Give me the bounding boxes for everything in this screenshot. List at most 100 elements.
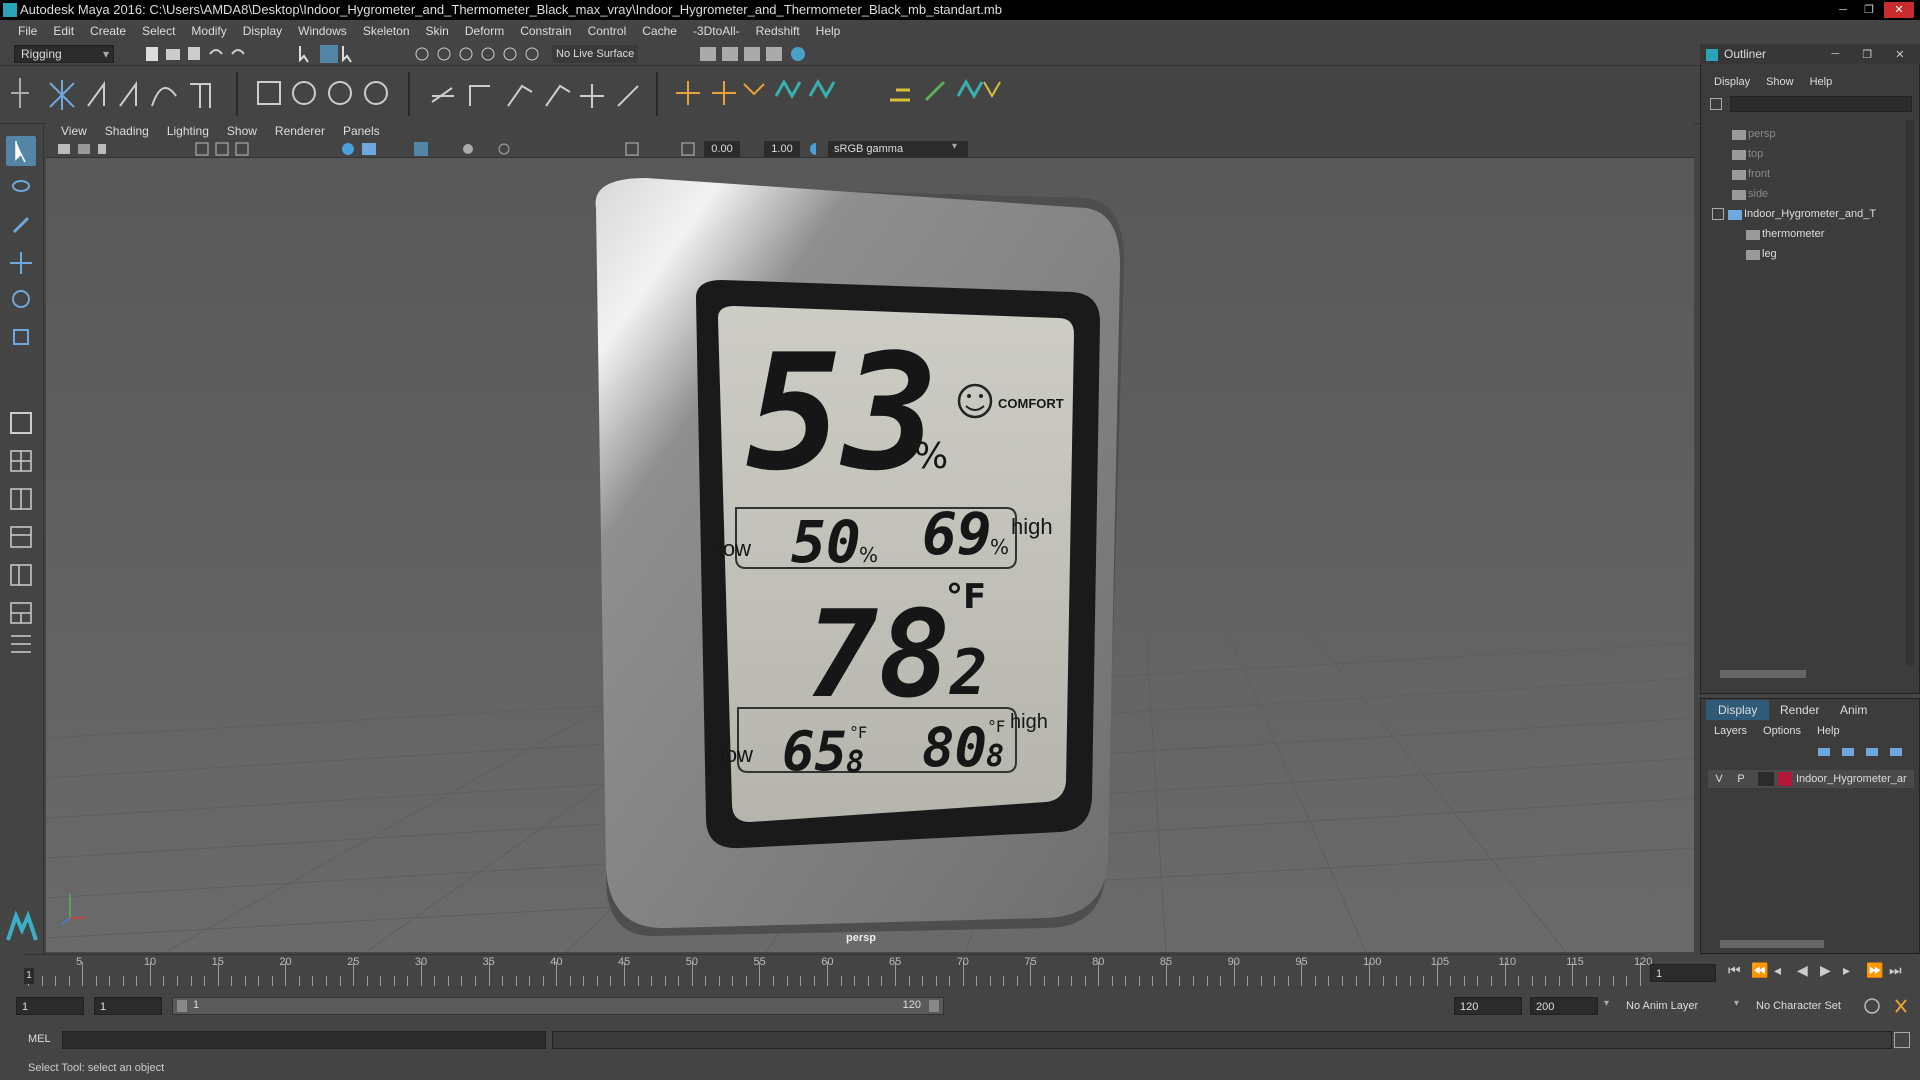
menu-3dtoall[interactable]: -3DtoAll-: [685, 20, 748, 42]
menu-file[interactable]: File: [10, 20, 45, 42]
resolution-gate-icon[interactable]: [235, 142, 249, 156]
range-slider[interactable]: 1 120: [172, 997, 944, 1015]
layout-two-button[interactable]: [6, 484, 36, 514]
range-end-handle[interactable]: [929, 1000, 939, 1012]
time-slider[interactable]: [24, 954, 1644, 986]
viewport-menu-panels[interactable]: Panels: [334, 124, 389, 138]
scale-constraint-icon[interactable]: [580, 84, 604, 108]
menu-skin[interactable]: Skin: [418, 20, 457, 42]
move-layer-down-icon[interactable]: [1842, 748, 1854, 756]
step-back-frame-icon[interactable]: ◂: [1774, 962, 1781, 979]
exposure-field[interactable]: 0.00: [704, 141, 740, 157]
snap-curve-icon[interactable]: [437, 47, 451, 61]
go-to-start-icon[interactable]: ⏮: [1728, 962, 1741, 979]
tab-render[interactable]: Render: [1768, 700, 1831, 720]
colorspace-dropdown[interactable]: sRGB gamma: [828, 141, 968, 157]
sculpt-deformer-icon[interactable]: [983, 81, 1001, 99]
render-view-icon[interactable]: [791, 47, 805, 61]
bookmark-icon[interactable]: [98, 144, 106, 154]
viewport-menu-shading[interactable]: Shading: [96, 124, 158, 138]
ipr-render-icon[interactable]: [722, 47, 738, 61]
cluster-icon[interactable]: [431, 87, 454, 103]
snap-point-icon[interactable]: [459, 47, 473, 61]
new-layer-selected-icon[interactable]: [1890, 748, 1902, 756]
current-frame-field[interactable]: 1: [1650, 964, 1716, 982]
viewport-menu-show[interactable]: Show: [218, 124, 266, 138]
viewport-menu-lighting[interactable]: Lighting: [158, 124, 218, 138]
smooth-bind-icon[interactable]: [292, 81, 316, 105]
film-gate-icon[interactable]: [215, 142, 229, 156]
outliner-item[interactable]: leg: [1762, 248, 1777, 260]
anim-layer-dropdown[interactable]: No Anim Layer: [1622, 997, 1732, 1015]
orient-joint-icon[interactable]: [190, 83, 211, 108]
exposure-icon[interactable]: [625, 142, 639, 156]
outliner-item[interactable]: side: [1748, 188, 1768, 200]
outliner-item[interactable]: persp: [1748, 128, 1776, 140]
script-editor-icon[interactable]: [1894, 1032, 1910, 1048]
outliner-item[interactable]: front: [1748, 168, 1770, 180]
hik-icon[interactable]: [743, 83, 765, 96]
redo-icon[interactable]: [231, 49, 245, 55]
layer-visibility-toggle[interactable]: V: [1708, 773, 1730, 785]
layout-graph-button[interactable]: [6, 560, 36, 590]
camera-attr-icon[interactable]: [78, 144, 90, 154]
step-forward-frame-icon[interactable]: ▸: [1843, 962, 1850, 979]
scale-tool-button[interactable]: [6, 322, 36, 352]
preferences-icon[interactable]: [1895, 999, 1907, 1013]
ik-handle-icon[interactable]: [87, 80, 105, 107]
mel-input[interactable]: [62, 1031, 546, 1049]
shadows-icon[interactable]: [498, 143, 510, 155]
muscle-icon[interactable]: [956, 78, 984, 100]
rotate-tool-button[interactable]: [6, 284, 36, 314]
wire-deformer-icon[interactable]: [924, 80, 946, 102]
snap-surface-icon[interactable]: [503, 47, 517, 61]
camera-icon[interactable]: [58, 144, 70, 154]
playback-start-field[interactable]: 1: [94, 997, 162, 1015]
undo-icon[interactable]: [209, 49, 223, 55]
move-layer-up-icon[interactable]: [1818, 748, 1830, 756]
chevron-down-icon[interactable]: ▾: [1604, 998, 1609, 1009]
textured-icon[interactable]: [414, 142, 428, 156]
point-constraint-icon[interactable]: [469, 85, 490, 106]
current-time-marker[interactable]: 1: [24, 968, 34, 984]
layout-custom-button[interactable]: [6, 628, 36, 658]
menu-redshift[interactable]: Redshift: [748, 20, 808, 42]
locator-icon[interactable]: [676, 81, 700, 105]
outliner-minimize-button[interactable]: ─: [1832, 48, 1840, 60]
menu-windows[interactable]: Windows: [290, 20, 355, 42]
menu-edit[interactable]: Edit: [45, 20, 82, 42]
layout-outliner-button[interactable]: [6, 522, 36, 552]
layers-menu-options[interactable]: Options: [1755, 725, 1809, 737]
mel-label[interactable]: MEL: [28, 1033, 51, 1045]
range-start-handle[interactable]: [177, 1000, 187, 1012]
orient-constraint-icon[interactable]: [545, 84, 571, 107]
open-scene-icon[interactable]: [166, 49, 180, 60]
menu-help[interactable]: Help: [808, 20, 849, 42]
outliner-hscrollbar[interactable]: [1720, 670, 1806, 678]
viewport-menu-renderer[interactable]: Renderer: [266, 124, 334, 138]
minimize-button[interactable]: ─: [1832, 2, 1854, 18]
playback-end-field[interactable]: 120: [1454, 997, 1522, 1015]
move-tool-button[interactable]: [6, 248, 36, 278]
mirror-joint-icon[interactable]: [151, 87, 177, 107]
save-scene-icon[interactable]: [188, 47, 200, 60]
layers-menu-layers[interactable]: Layers: [1706, 725, 1755, 737]
layout-single-button[interactable]: [6, 408, 36, 438]
outliner-menu-help[interactable]: Help: [1802, 76, 1841, 88]
joint-tool-icon[interactable]: [49, 80, 75, 110]
menu-cache[interactable]: Cache: [634, 20, 685, 42]
viewport-menu-view[interactable]: View: [52, 124, 96, 138]
render-settings-icon[interactable]: [744, 47, 760, 61]
outliner-filter-icon[interactable]: [1710, 98, 1722, 110]
shelf-menu-icon[interactable]: [11, 78, 29, 108]
chevron-down-icon[interactable]: ▾: [1734, 998, 1739, 1009]
menu-constrain[interactable]: Constrain: [512, 20, 579, 42]
outliner-item[interactable]: top: [1748, 148, 1763, 160]
wireframe-icon[interactable]: [342, 143, 354, 155]
layer-playback-toggle[interactable]: P: [1730, 773, 1752, 785]
gamma-icon[interactable]: [681, 142, 695, 156]
outliner-search-field[interactable]: [1730, 96, 1912, 112]
new-layer-icon[interactable]: [1866, 748, 1878, 756]
select-component-icon[interactable]: [342, 46, 352, 63]
layers-menu-help[interactable]: Help: [1809, 725, 1848, 737]
